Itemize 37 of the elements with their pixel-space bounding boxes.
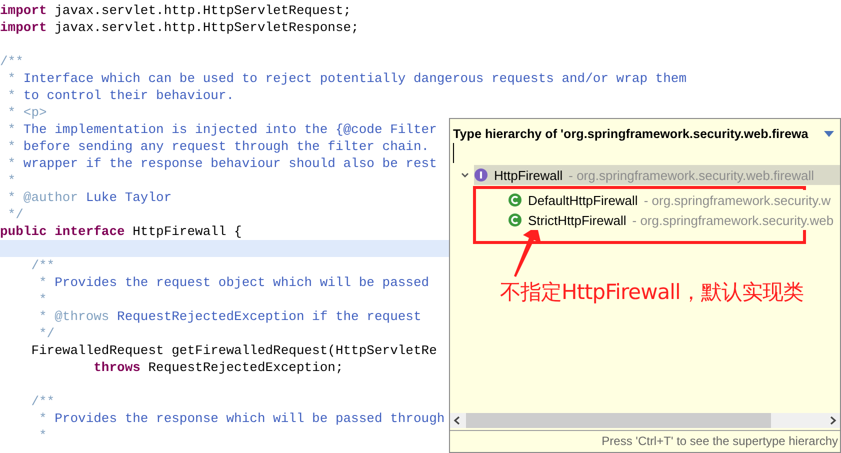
class-icon bbox=[508, 213, 522, 227]
code-line: * <p> bbox=[6, 104, 47, 121]
code-line: throws RequestRejectedException; bbox=[92, 359, 344, 376]
code-line: * @author Luke Taylor bbox=[6, 189, 172, 206]
scrollbar-thumb[interactable] bbox=[466, 413, 771, 428]
code-line: * @throws RequestRejectedException if the request bbox=[38, 308, 422, 325]
annotation-text: 不指定HttpFirewall，默认实现类 bbox=[500, 279, 804, 306]
code-line: /** bbox=[30, 257, 55, 274]
code-line: * wrapper if the response behaviour should also be rest bbox=[6, 155, 437, 172]
horizontal-scrollbar[interactable] bbox=[450, 413, 840, 428]
code-line: * Provides the response which will be passed through bbox=[38, 410, 445, 427]
code-line: * before sending any request through the filter chain. bbox=[6, 138, 430, 155]
filter-input-caret[interactable] bbox=[453, 143, 455, 163]
code-line: * bbox=[38, 427, 47, 444]
code-line: * Provides the request object which will be passed bbox=[38, 274, 430, 291]
code-line: * bbox=[38, 291, 47, 308]
code-line: public interface HttpFirewall { bbox=[0, 223, 242, 240]
code-line: * Interface which can be used to reject potentially dangerous requests and/or wrap them bbox=[6, 70, 687, 87]
code-line: import javax.servlet.http.HttpServletRequest; bbox=[0, 2, 352, 19]
interface-icon bbox=[474, 168, 488, 182]
code-line: /** bbox=[0, 53, 24, 70]
code-line: /** bbox=[30, 393, 55, 410]
hint-text: Press 'Ctrl+T' to see the supertype hierarchy bbox=[602, 434, 838, 448]
code-line: * The implementation is injected into the {@code Filter bbox=[6, 121, 437, 138]
code-line: */ bbox=[6, 206, 24, 223]
code-line: import javax.servlet.http.HttpServletResponse; bbox=[0, 19, 359, 36]
code-line: * to control their behaviour. bbox=[6, 87, 234, 104]
scroll-right-icon[interactable] bbox=[830, 416, 837, 425]
class-icon bbox=[508, 193, 522, 207]
popup-title: Type hierarchy of 'org.springframework.security.web.firewa bbox=[453, 127, 808, 141]
tree-item[interactable]: HttpFirewall - org.springframework.security.web.firewall bbox=[474, 165, 840, 185]
scroll-left-icon[interactable] bbox=[453, 416, 460, 425]
code-line: FirewalledRequest getFirewalledRequest(HttpServletRe bbox=[30, 342, 437, 359]
chevron-icon[interactable] bbox=[460, 170, 470, 180]
code-line: * bbox=[6, 172, 16, 189]
code-line: */ bbox=[38, 325, 55, 342]
dropdown-icon[interactable] bbox=[824, 131, 834, 137]
